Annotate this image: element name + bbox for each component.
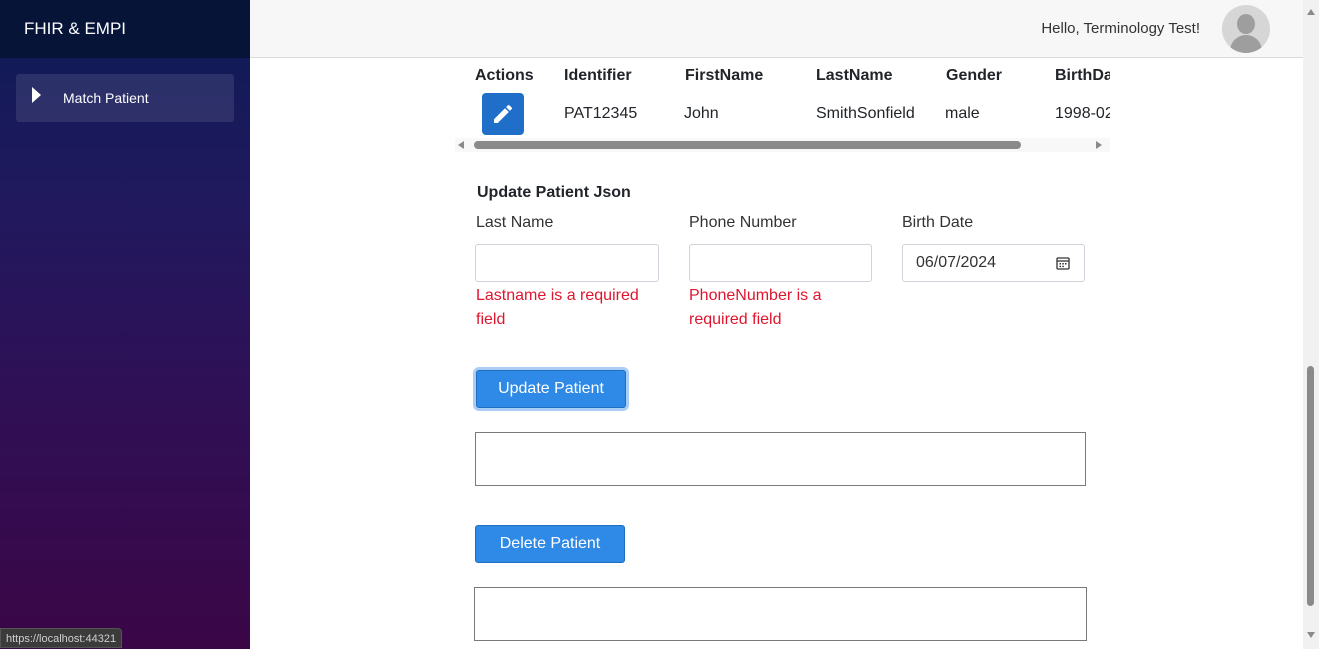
cell-gender: male [945,105,980,122]
edit-button[interactable] [482,93,524,135]
table-header-row: Actions Identifier FirstName LastName Ge… [455,67,1110,89]
update-result-box[interactable] [475,432,1086,486]
cell-birthdate: 1998-02 [1055,105,1110,122]
top-bar: Hello, Terminology Test! [250,0,1303,58]
delete-result-box[interactable] [474,587,1087,641]
last-name-input[interactable] [475,244,659,282]
last-name-label: Last Name [476,214,554,231]
phone-number-input[interactable] [689,244,872,282]
birth-date-input[interactable]: 06/07/2024 [902,244,1085,282]
column-header-identifier: Identifier [564,67,632,84]
pencil-icon [494,104,513,123]
scroll-down-icon[interactable] [1307,632,1315,638]
caret-right-icon [32,87,41,103]
column-header-lastname: LastName [816,67,893,84]
phone-number-label: Phone Number [689,214,797,231]
update-patient-button[interactable]: Update Patient [476,370,626,408]
sidebar-item-label: Match Patient [63,90,149,106]
cell-identifier: PAT12345 [564,105,638,122]
sidebar-item-match-patient[interactable]: Match Patient [16,74,234,122]
column-header-actions: Actions [475,67,534,84]
user-greeting: Hello, Terminology Test! [1041,20,1200,37]
patient-table: Actions Identifier FirstName LastName Ge… [455,60,1110,152]
calendar-icon[interactable] [1055,255,1071,271]
last-name-error: Lastname is a required field [476,287,639,328]
status-bar-url: https://localhost:44321 [0,628,123,648]
avatar-head-icon [1237,14,1255,34]
sidebar: FHIR & EMPI Match Patient [0,0,250,649]
column-header-gender: Gender [946,67,1003,84]
user-avatar[interactable] [1222,5,1270,53]
cell-lastname: SmithSonfield [816,105,915,122]
column-header-firstname: FirstName [685,67,764,84]
scroll-right-icon[interactable] [1096,141,1102,149]
column-header-birthdate: BirthDa [1055,67,1110,84]
scrollbar-thumb[interactable] [1307,366,1314,606]
birth-date-value: 06/07/2024 [916,254,997,271]
table-scrollbar-thumb[interactable] [474,141,1021,149]
cell-firstname: John [684,105,719,122]
table-row: PAT12345 John SmithSonfield male 1998-02 [455,93,1110,137]
page-scrollbar[interactable] [1303,0,1319,649]
brand-title: FHIR & EMPI [0,0,250,58]
scroll-up-icon[interactable] [1307,9,1315,15]
scroll-left-icon[interactable] [458,141,464,149]
delete-patient-button[interactable]: Delete Patient [475,525,625,563]
phone-number-error: PhoneNumber is a required field [689,287,822,328]
avatar-body-icon [1230,35,1262,53]
birth-date-label: Birth Date [902,214,974,231]
table-horizontal-scrollbar[interactable] [455,138,1110,152]
form-title: Update Patient Json [477,184,631,201]
